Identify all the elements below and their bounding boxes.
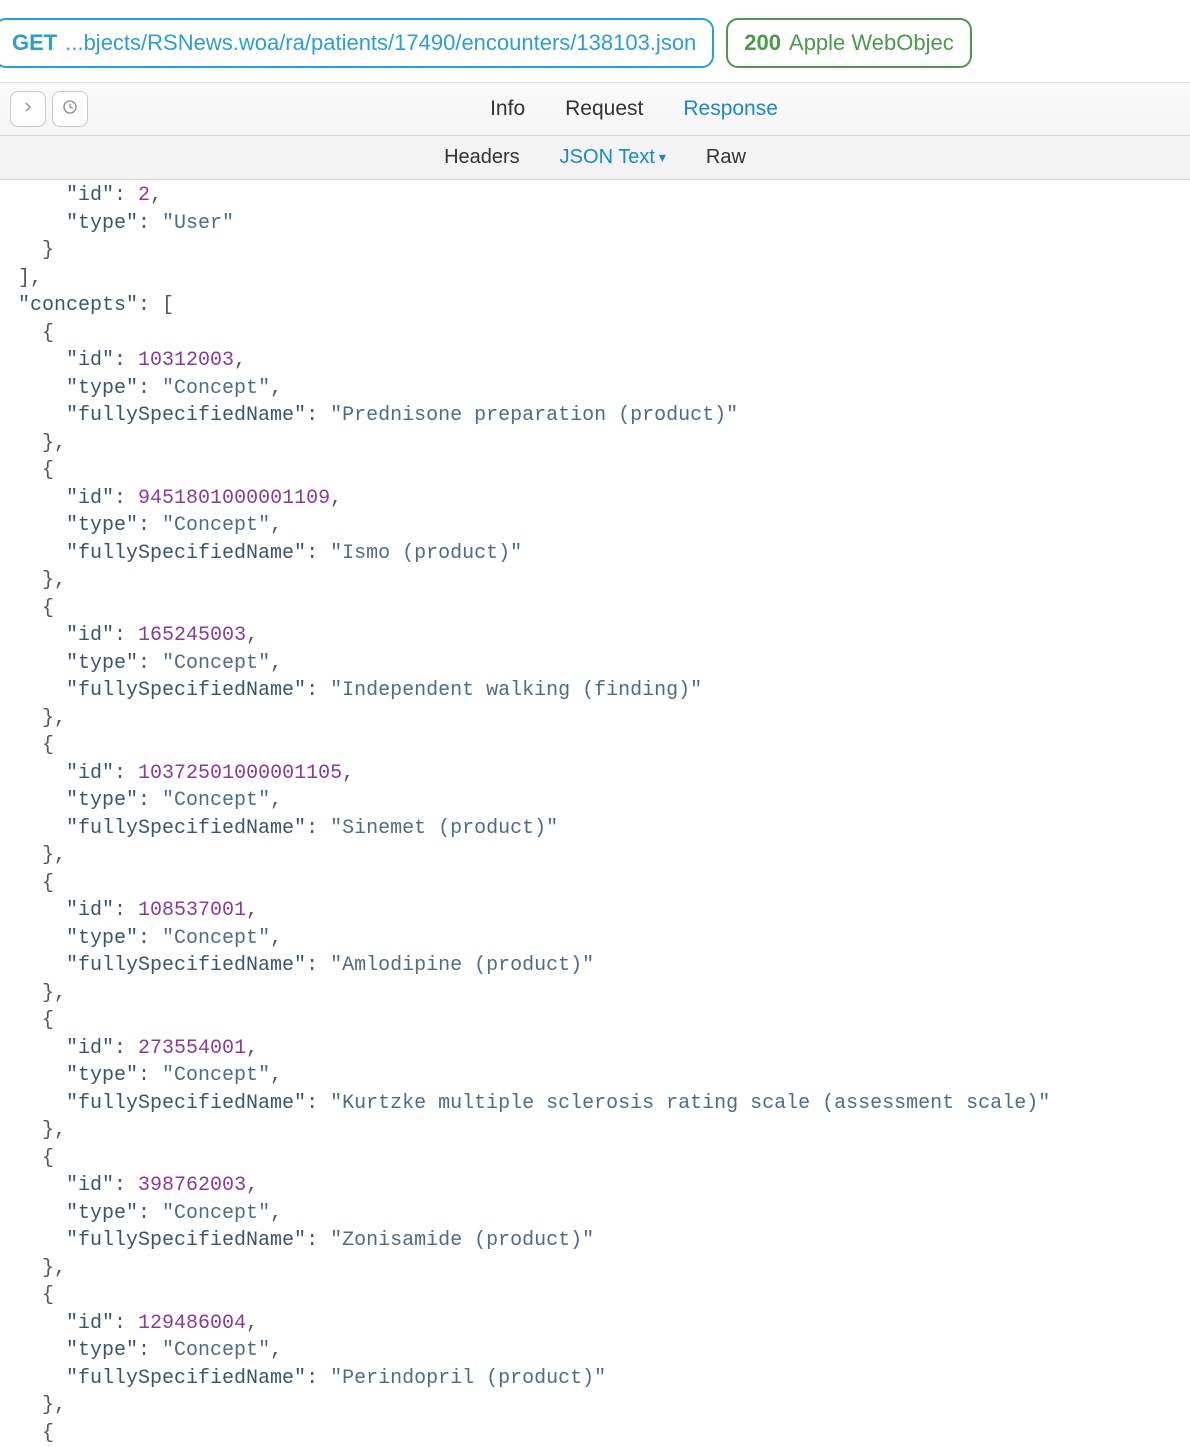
request-response-bar: GET ...bjects/RSNews.woa/ra/patients/174… (0, 0, 1190, 82)
history-button[interactable] (52, 91, 88, 127)
request-pill[interactable]: GET ...bjects/RSNews.woa/ra/patients/174… (0, 18, 714, 68)
clock-icon (62, 99, 78, 120)
sub-tab-json-text[interactable]: JSON Text ▾ (560, 146, 666, 169)
tab-info[interactable]: Info (490, 97, 525, 121)
json-response-body[interactable]: "id": 2, "type": "User" } ], "concepts":… (0, 180, 1190, 1447)
nav-button-group (10, 91, 88, 127)
tab-response[interactable]: Response (683, 97, 778, 121)
main-tabs: Info Request Response (88, 97, 1180, 121)
toolbar: Info Request Response Headers JSON Text … (0, 82, 1190, 180)
sub-tab-headers[interactable]: Headers (444, 146, 520, 169)
sub-tab-json-text-label: JSON Text (560, 146, 655, 169)
response-pill[interactable]: 200 Apple WebObjec (726, 18, 971, 68)
tab-request[interactable]: Request (565, 97, 643, 121)
http-status: 200 (744, 30, 781, 56)
sub-tab-raw[interactable]: Raw (706, 146, 746, 169)
server-label: Apple WebObjec (789, 30, 954, 56)
http-method: GET (12, 30, 57, 56)
toolbar-main-row: Info Request Response (0, 83, 1190, 136)
request-url: ...bjects/RSNews.woa/ra/patients/17490/e… (65, 30, 696, 56)
forward-button[interactable] (10, 91, 46, 127)
sub-tabs: Headers JSON Text ▾ Raw (0, 136, 1190, 180)
chevron-right-icon (20, 99, 36, 120)
chevron-down-icon: ▾ (659, 149, 666, 166)
